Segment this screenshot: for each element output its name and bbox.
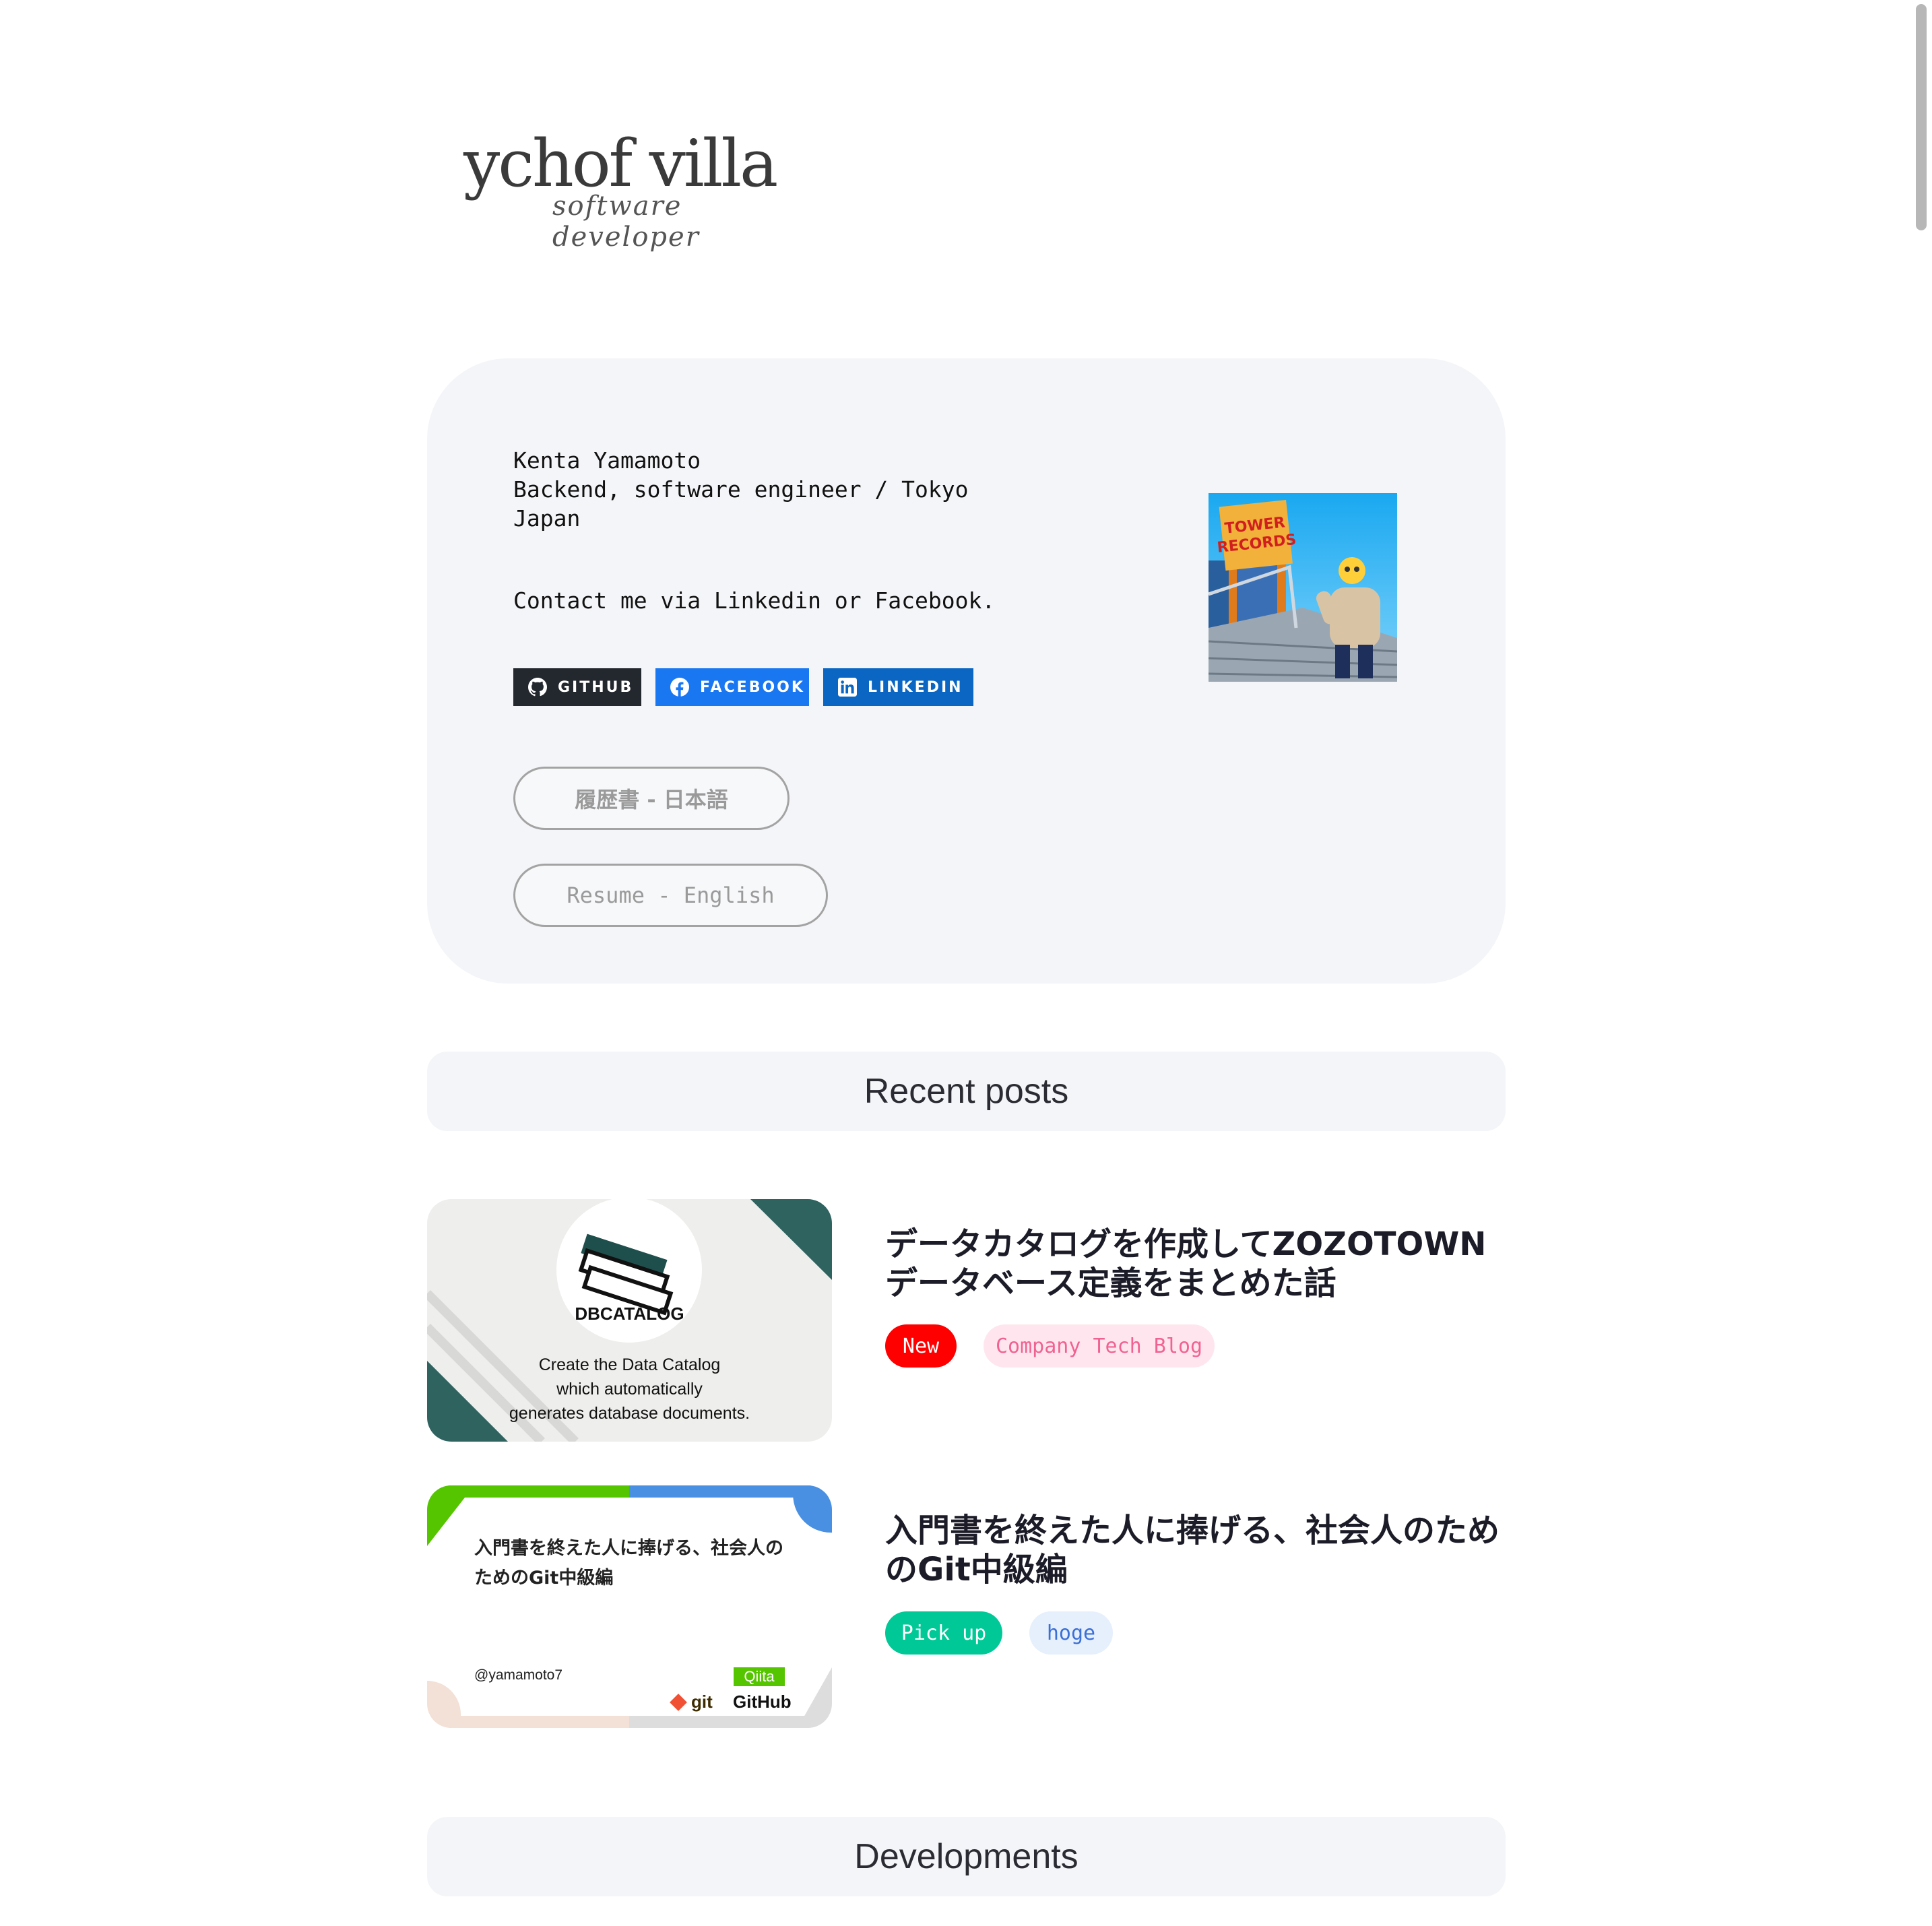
linkedin-icon: [838, 677, 857, 697]
post-thumbnail-git[interactable]: 入門書を終えた人に捧げる、社会人のためのGit中級編 @yamamoto7 Qi…: [427, 1485, 832, 1728]
linkedin-label: LINKEDIN: [868, 678, 963, 696]
dbcatalog-line: generates database documents.: [509, 1404, 750, 1423]
profile-card: Kenta Yamamoto Backend, software enginee…: [427, 358, 1506, 984]
facebook-icon: [670, 677, 689, 697]
recent-posts-heading: Recent posts: [427, 1052, 1506, 1131]
logo-title: ychof villa: [463, 126, 778, 201]
contact-text: Contact me via Linkedin or Facebook.: [513, 587, 996, 614]
profile-photo: TOWER RECORDS: [1209, 493, 1397, 682]
github-button[interactable]: GITHUB: [513, 668, 641, 706]
profile-location: Japan: [513, 505, 581, 532]
github-icon: [528, 677, 547, 697]
profile-intro: Kenta Yamamoto Backend, software enginee…: [513, 446, 969, 533]
qiita-logo: Qiita: [744, 1668, 775, 1685]
logo-tagline: software developer: [552, 191, 700, 253]
scrollbar-thumb[interactable]: [1916, 4, 1927, 230]
profile-role: Backend, software engineer / Tokyo: [513, 476, 969, 503]
github-wordmark: GitHub: [733, 1692, 792, 1712]
dbcatalog-description: Create the Data Catalog which automatica…: [427, 1353, 832, 1425]
linkedin-button[interactable]: LINKEDIN: [823, 668, 973, 706]
tag-new[interactable]: New: [885, 1324, 957, 1368]
developments-heading: Developments: [427, 1817, 1506, 1896]
github-label: GITHUB: [558, 678, 634, 696]
facebook-button[interactable]: FACEBOOK: [655, 668, 809, 706]
tag-hoge[interactable]: hoge: [1029, 1611, 1113, 1655]
dbcatalog-line: which automatically: [556, 1380, 703, 1399]
git-thumb-author: @yamamoto7: [474, 1667, 563, 1683]
tag-pick-up[interactable]: Pick up: [885, 1611, 1002, 1655]
post-title[interactable]: 入門書を終えた人に捧げる、社会人のためのGit中級編: [885, 1511, 1505, 1589]
post-title[interactable]: データカタログを作成してZOZOTOWNデータベース定義をまとめた話: [885, 1225, 1505, 1303]
resume-japanese-button[interactable]: 履歴書 - 日本語: [513, 767, 790, 830]
dbcatalog-logo-text: DBCATALOG: [575, 1304, 684, 1324]
dbcatalog-line: Create the Data Catalog: [538, 1355, 721, 1374]
git-thumb-title: 入門書を終えた人に捧げる、社会人のためのGit中級編: [474, 1538, 783, 1588]
facebook-label: FACEBOOK: [700, 678, 805, 696]
tag-company-tech-blog[interactable]: Company Tech Blog: [984, 1324, 1215, 1368]
profile-name: Kenta Yamamoto: [513, 447, 701, 474]
resume-english-button[interactable]: Resume - English: [513, 864, 828, 927]
site-logo[interactable]: ychof villa software developer: [463, 126, 814, 253]
git-icon: [670, 1693, 687, 1711]
scrollbar[interactable]: [1908, 0, 1932, 1926]
git-wordmark: git: [691, 1692, 713, 1712]
post-thumbnail-dbcatalog[interactable]: DBCATALOG Create the Data Catalog which …: [427, 1199, 832, 1442]
git-logo: git: [670, 1692, 713, 1712]
